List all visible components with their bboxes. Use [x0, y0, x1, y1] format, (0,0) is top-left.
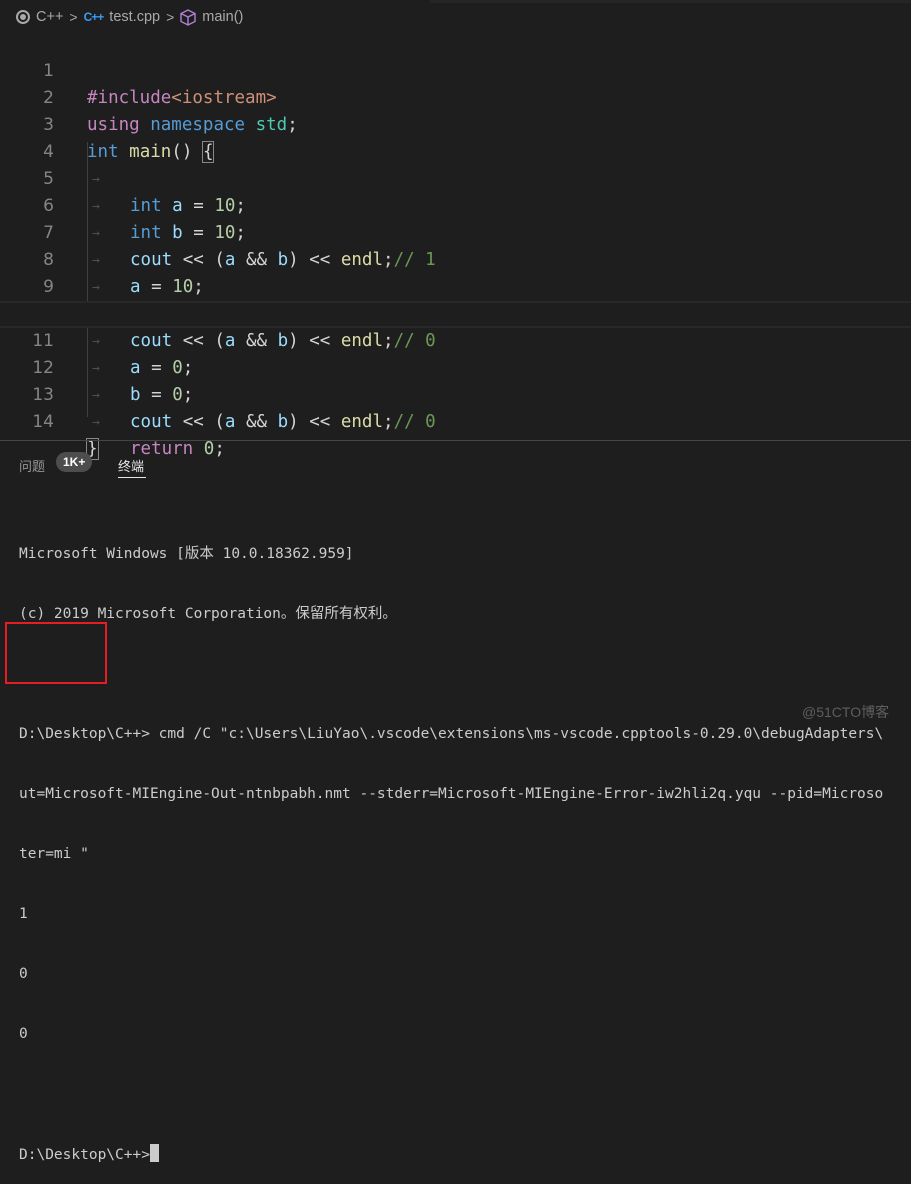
- breadcrumb: C++ > C++ test.cpp > main(): [16, 6, 243, 28]
- active-tab-indicator: [118, 477, 146, 478]
- token: b: [277, 412, 289, 432]
- line-number: 14: [32, 412, 54, 432]
- token: <<: [182, 412, 204, 432]
- comment: // 0: [393, 412, 436, 432]
- terminal-line: ut=Microsoft-MIEngine-Out-ntnbpabh.nmt -…: [19, 786, 884, 802]
- tab-arrow-icon: →: [92, 415, 100, 430]
- token: (: [214, 412, 225, 432]
- problems-count-badge: 1K+: [56, 452, 93, 472]
- program-output-line: 0: [19, 966, 28, 982]
- terminal-output[interactable]: Microsoft Windows [版本 10.0.18362.959] (c…: [19, 504, 883, 1184]
- program-output-line: 0: [19, 1026, 28, 1042]
- token: ): [288, 412, 299, 432]
- terminal-prompt: D:\Desktop\C++>: [19, 1147, 150, 1163]
- tab-terminal[interactable]: 终端: [118, 456, 144, 475]
- terminal-line: D:\Desktop\C++> cmd /C "c:\Users\LiuYao\…: [19, 726, 884, 742]
- cpp-file-icon: C++: [83, 10, 105, 24]
- code-line[interactable]: 7 → a = 10;: [0, 193, 911, 297]
- terminal-prompt-line[interactable]: D:\Desktop\C++>: [19, 1144, 883, 1164]
- token: &&: [245, 412, 268, 432]
- code-line[interactable]: 13 → return 0;: [0, 355, 911, 459]
- code-line[interactable]: 2 using namespace std;: [0, 58, 911, 135]
- breadcrumb-separator: >: [166, 9, 175, 25]
- breadcrumb-item-file[interactable]: test.cpp: [109, 9, 160, 25]
- code-line[interactable]: 4 → int a = 10;: [0, 112, 911, 216]
- terminal-line: (c) 2019 Microsoft Corporation。保留所有权利。: [19, 606, 397, 622]
- cube-symbol-icon: [180, 8, 196, 26]
- watermark: @51CTO博客: [802, 704, 890, 720]
- terminal-line: Microsoft Windows [版本 10.0.18362.959]: [19, 546, 354, 562]
- token: ;: [214, 439, 225, 459]
- top-strip: [430, 0, 911, 3]
- output-highlight-box: [5, 622, 107, 684]
- program-output-line: 1: [19, 906, 28, 922]
- token: 0: [203, 439, 215, 459]
- breadcrumb-item-folder[interactable]: C++: [36, 9, 63, 25]
- code-editor[interactable]: 1 #include<iostream> 2 using namespace s…: [0, 30, 911, 460]
- code-line[interactable]: 3 int main() {: [0, 85, 911, 163]
- code-line[interactable]: 1 #include<iostream>: [0, 31, 911, 108]
- token: <<: [309, 412, 331, 432]
- code-line[interactable]: 5 → int b = 10;: [0, 139, 911, 243]
- code-line[interactable]: 6 → cout << (a && b) << endl;// 1: [0, 166, 911, 270]
- code-line[interactable]: 8 → b = 0;: [0, 220, 911, 324]
- terminal-cursor: [149, 1144, 159, 1162]
- token: cout: [130, 412, 173, 432]
- tab-problems[interactable]: 问题: [19, 456, 45, 475]
- token: ;: [383, 412, 394, 432]
- target-circle-icon: [16, 10, 30, 24]
- terminal-line: ter=mi ": [19, 846, 89, 862]
- panel-divider[interactable]: [0, 440, 911, 441]
- code-line-current[interactable]: 11 → b = 0;: [0, 301, 911, 405]
- code-line[interactable]: 14 }: [0, 382, 911, 460]
- code-line[interactable]: 12 → cout << (a && b) << endl;// 0: [0, 328, 911, 432]
- code-line[interactable]: 9 → cout << (a && b) << endl;// 0: [0, 247, 911, 351]
- token: a: [224, 412, 236, 432]
- breadcrumb-separator: >: [69, 9, 78, 25]
- code-line[interactable]: 10 → a = 0;: [0, 274, 911, 378]
- token: endl: [340, 412, 384, 432]
- breadcrumb-item-symbol[interactable]: main(): [202, 9, 243, 25]
